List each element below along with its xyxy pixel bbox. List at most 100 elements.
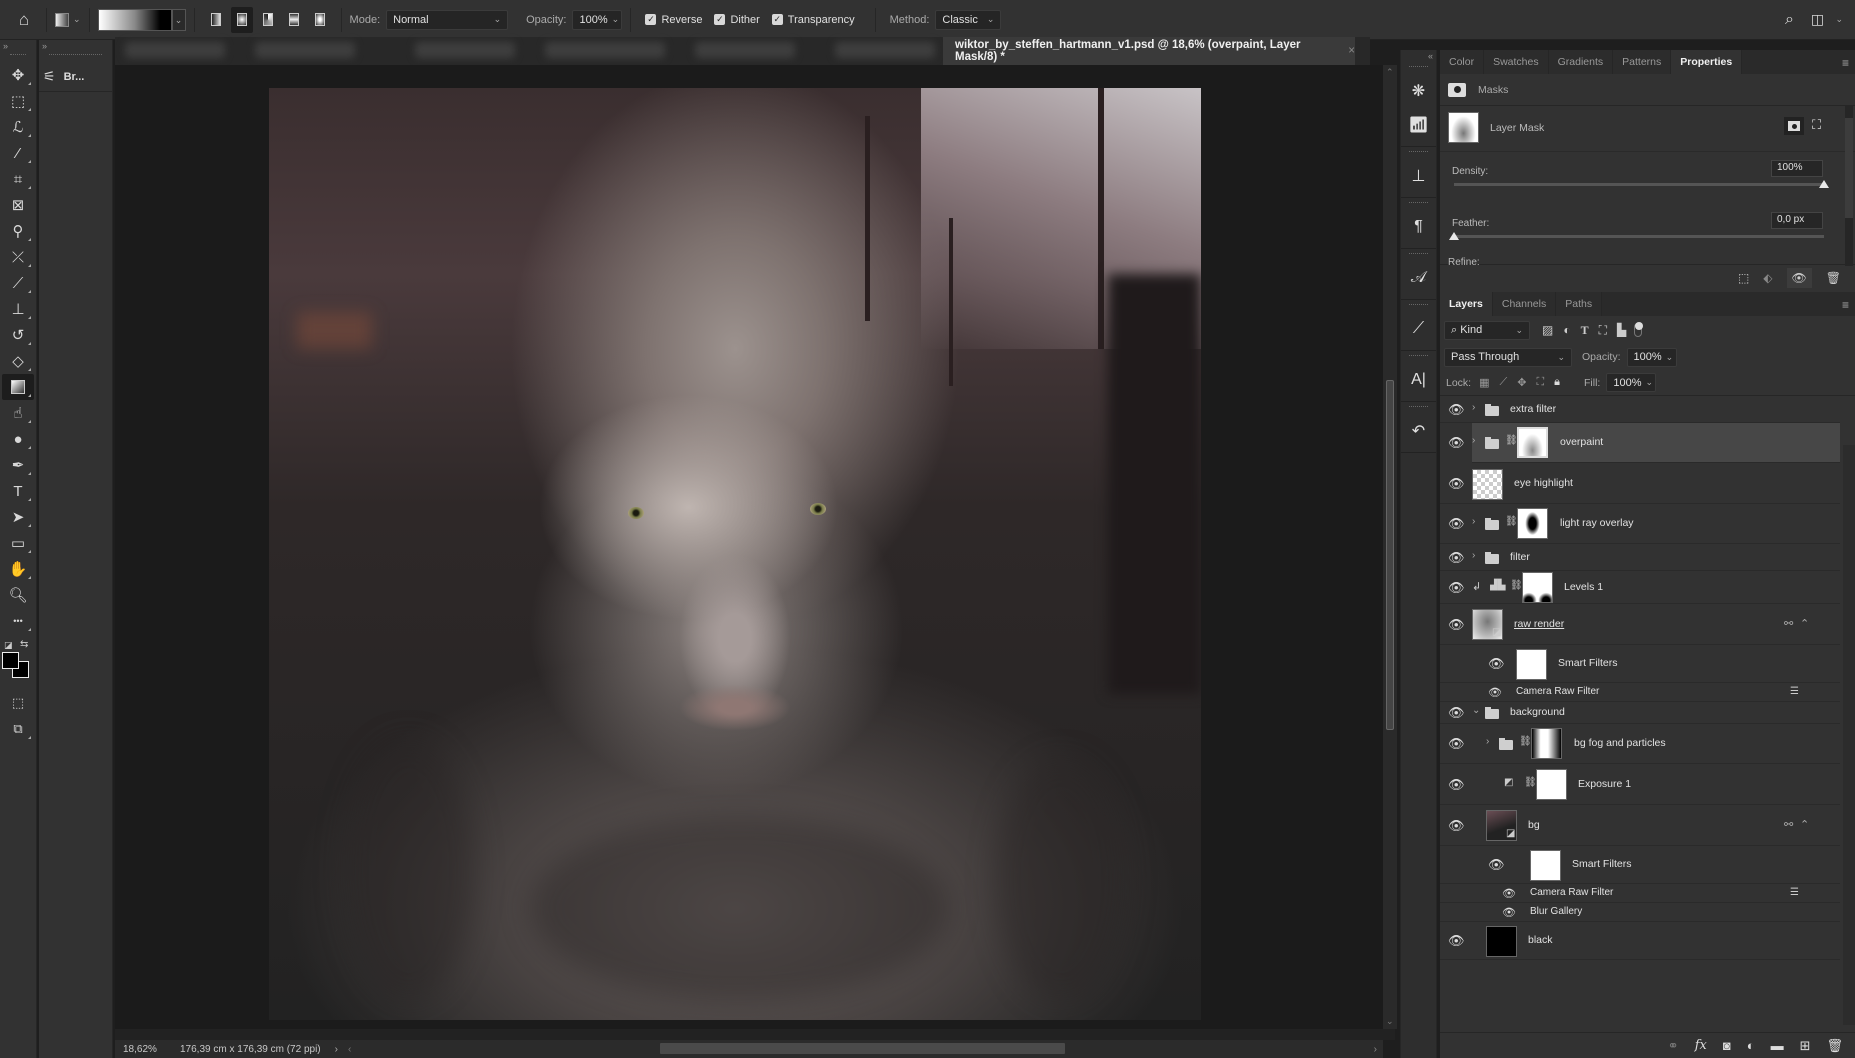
scroll-down-icon[interactable]: ⌄ xyxy=(1386,1016,1394,1027)
lock-position-icon[interactable]: ✥ xyxy=(1517,376,1526,389)
expand-panels-icon[interactable]: « xyxy=(1401,50,1436,62)
radial-gradient-button[interactable] xyxy=(230,6,253,33)
layer-mask-thumbnail[interactable] xyxy=(1531,728,1562,759)
history-brush-tool-button[interactable]: ↺ xyxy=(2,322,34,348)
panel-grip[interactable] xyxy=(1409,202,1428,208)
filter-blending-options-icon[interactable]: ☰ xyxy=(1790,887,1799,898)
lock-transparent-pixels-icon[interactable]: ▦ xyxy=(1479,376,1489,389)
brush-settings-icon[interactable]: ⟋ xyxy=(1401,312,1436,346)
document-tab-blurred[interactable] xyxy=(125,42,225,58)
panel-grip[interactable] xyxy=(1409,406,1428,412)
panel-grip[interactable] xyxy=(1409,151,1428,157)
fill-field[interactable]: 100% ⌄ xyxy=(1606,373,1657,392)
artwork-canvas[interactable] xyxy=(269,88,1201,1020)
hand-tool-button[interactable]: ✋ xyxy=(2,556,34,582)
panel-grip[interactable] xyxy=(1409,355,1428,361)
chevron-down-icon[interactable]: ⌄ xyxy=(612,14,620,25)
panel-grip[interactable] xyxy=(1409,304,1428,310)
opacity-field[interactable]: 100% ⌄ xyxy=(572,9,623,30)
path-selection-tool-button[interactable]: ➤ xyxy=(2,504,34,530)
chevron-down-icon[interactable]: ⌄ xyxy=(1666,352,1674,363)
link-icon[interactable]: ⛓ xyxy=(1505,435,1518,446)
visibility-eye-icon[interactable]: 👁︎ xyxy=(1448,516,1465,532)
smart-filter-effects-icon[interactable]: ⚯ xyxy=(1784,818,1793,831)
vertical-scrollbar[interactable]: ⌃ ⌄ xyxy=(1383,65,1397,1029)
lasso-tool-button[interactable]: ℒ xyxy=(2,114,34,140)
tab-channels[interactable]: Channels xyxy=(1492,292,1557,316)
method-select[interactable]: Classic ⌄ xyxy=(935,9,1002,30)
chevron-down-icon[interactable]: ⌄ xyxy=(1645,377,1653,388)
eyedropper-tool-button[interactable]: ⚲ xyxy=(2,218,34,244)
density-slider-knob[interactable] xyxy=(1819,180,1829,188)
visibility-eye-icon[interactable]: 👁︎ xyxy=(1448,550,1465,566)
gradient-dropdown-icon[interactable]: ⌄ xyxy=(171,8,186,31)
panel-grip[interactable] xyxy=(1409,66,1428,72)
document-tab-blurred[interactable] xyxy=(695,42,795,58)
zoom-tool-button[interactable]: 🔍︎ xyxy=(2,582,34,608)
brushes-panel-button[interactable]: ⚟ Br... xyxy=(39,62,112,92)
select-pixel-mask-button[interactable] xyxy=(1784,117,1804,135)
glyphs-icon[interactable]: 𝒜 xyxy=(1401,261,1436,295)
angle-gradient-button[interactable] xyxy=(257,7,279,33)
layer-row[interactable]: 👁︎ › ⛓ overpaint xyxy=(1448,423,1840,463)
layer-row[interactable]: 👁︎ ◩ ⛓ Exposure 1 xyxy=(1440,764,1840,805)
scroll-left-icon[interactable]: ‹ xyxy=(348,1044,351,1055)
lock-artboard-icon[interactable]: ⛶ xyxy=(1536,376,1544,389)
panel-grip[interactable] xyxy=(49,54,102,60)
diamond-gradient-button[interactable] xyxy=(309,7,331,33)
paragraph-icon[interactable]: ¶ xyxy=(1401,210,1436,244)
gradient-preview[interactable] xyxy=(97,8,172,31)
blend-mode-select[interactable]: Pass Through ⌄ xyxy=(1444,347,1572,367)
linear-gradient-button[interactable] xyxy=(205,7,227,33)
home-icon[interactable]: ⌂ xyxy=(10,10,38,30)
screen-mode-icon[interactable]: ⧉ xyxy=(2,716,34,742)
canvas-area[interactable] xyxy=(115,65,1383,1029)
reverse-checkbox[interactable]: ✓ Reverse xyxy=(645,14,702,26)
chevron-down-icon[interactable]: ⌄ xyxy=(1472,705,1480,716)
filter-shape-icon[interactable]: ⛶ xyxy=(1599,323,1607,338)
feather-input[interactable]: 0,0 px xyxy=(1771,212,1823,229)
dither-checkbox[interactable]: ✓ Dither xyxy=(714,14,760,26)
layer-row[interactable]: 👁︎ ☰ Camera Raw Filter xyxy=(1440,884,1840,903)
filter-blending-options-icon[interactable]: ☰ xyxy=(1790,686,1799,697)
visibility-eye-icon[interactable]: 👁︎ xyxy=(1448,818,1465,834)
tab-paths[interactable]: Paths xyxy=(1556,292,1603,316)
character-icon[interactable]: A| xyxy=(1401,363,1436,397)
foreground-color-swatch[interactable] xyxy=(2,652,19,669)
density-slider-track[interactable] xyxy=(1454,183,1824,186)
eraser-tool-button[interactable]: ◇ xyxy=(2,348,34,374)
visibility-eye-icon[interactable]: 👁︎ xyxy=(1502,887,1516,900)
layer-row[interactable]: 👁︎ Blur Gallery xyxy=(1440,903,1840,922)
chevron-right-icon[interactable]: › xyxy=(1472,516,1475,527)
clone-source-icon[interactable]: ⊥ xyxy=(1401,159,1436,193)
document-tab-blurred[interactable] xyxy=(255,42,355,58)
layer-row[interactable]: 👁︎ ◪ ⚯ ⌃ bg xyxy=(1440,805,1840,846)
active-document-tab[interactable]: wiktor_by_steffen_hartmann_v1.psd @ 18,6… xyxy=(943,37,1355,65)
type-tool-button[interactable]: T xyxy=(2,478,34,504)
histogram-icon[interactable]: 📶︎ xyxy=(1401,108,1436,142)
link-layers-icon[interactable]: ⚭ xyxy=(1668,1038,1679,1054)
mask-visibility-icon[interactable]: 👁︎ xyxy=(1786,267,1812,288)
rectangle-tool-button[interactable]: ▭ xyxy=(2,530,34,556)
smart-filter-mask-thumbnail[interactable] xyxy=(1516,649,1547,680)
collapse-panel-icon[interactable]: » xyxy=(39,40,112,52)
healing-brush-tool-button[interactable]: ⤫ xyxy=(2,244,34,270)
layer-row[interactable]: 👁︎ ⌄ background xyxy=(1440,702,1840,724)
workspace-icon[interactable]: ◫ xyxy=(1803,11,1831,28)
gradient-tool-button[interactable] xyxy=(2,374,34,400)
layer-opacity-field[interactable]: 100% ⌄ xyxy=(1626,347,1677,367)
document-tab-blurred[interactable] xyxy=(545,42,665,58)
visibility-eye-icon[interactable]: 👁︎ xyxy=(1448,402,1465,418)
new-group-icon[interactable]: ▬ xyxy=(1771,1038,1784,1053)
document-tab-blurred[interactable] xyxy=(415,42,515,58)
mode-select[interactable]: Normal ⌄ xyxy=(386,9,509,30)
filter-toggle-switch[interactable] xyxy=(1634,322,1644,337)
status-menu-icon[interactable]: › xyxy=(335,1044,338,1055)
quick-mask-icon[interactable]: ⬚ xyxy=(2,690,34,716)
panel-menu-icon[interactable]: ≡ xyxy=(1842,298,1849,312)
lock-image-pixels-icon[interactable]: ⟋ xyxy=(1500,376,1508,389)
filter-pixel-icon[interactable]: ▨ xyxy=(1542,323,1553,337)
layer-row[interactable]: 👁︎ ◪ ⚯ ⌃ raw render xyxy=(1440,604,1840,645)
frame-tool-button[interactable]: ⊠ xyxy=(2,192,34,218)
visibility-eye-icon[interactable]: 👁︎ xyxy=(1448,617,1465,633)
